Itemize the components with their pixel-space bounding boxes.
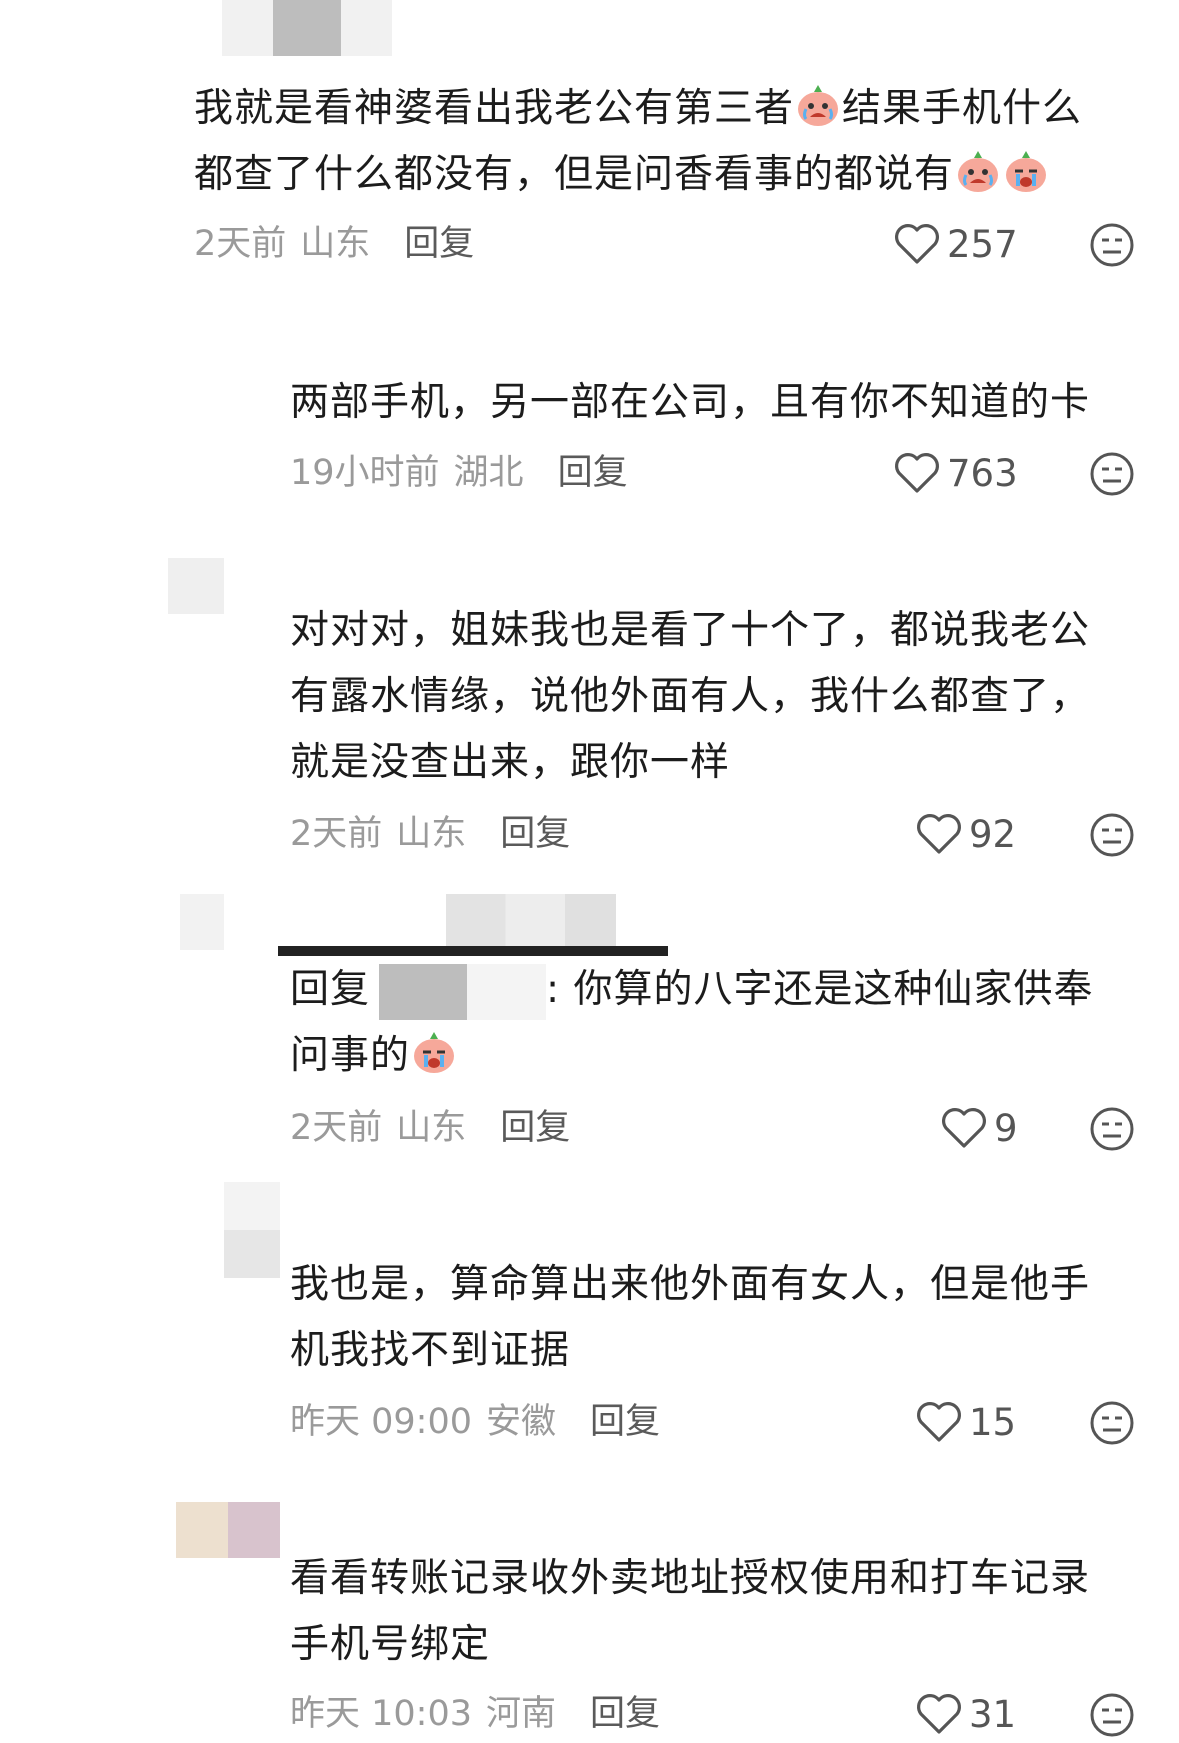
comment-thread-page: { "colors": { "text": "#1c1c1c", "meta":… bbox=[0, 0, 1179, 1743]
comment-time: 2天前 bbox=[290, 814, 383, 854]
blurred-avatar bbox=[176, 1502, 280, 1558]
comment-time: 2天前 bbox=[290, 1108, 383, 1148]
reply-button[interactable]: 回复 bbox=[500, 814, 570, 854]
reply-prefix: 回复 bbox=[290, 967, 371, 1012]
dislike-face-icon[interactable] bbox=[1089, 812, 1135, 858]
comment-location: 山东 bbox=[300, 224, 371, 264]
like-count: 763 bbox=[947, 451, 1018, 495]
reply-button[interactable]: 回复 bbox=[500, 1108, 570, 1148]
comment-text: 两部手机，另一部在公司，且有你不知道的卡 bbox=[290, 380, 1091, 425]
reply-button[interactable]: 回复 bbox=[590, 1402, 660, 1442]
comment-location: 山东 bbox=[396, 814, 467, 854]
like-button[interactable]: 257 bbox=[893, 222, 1018, 266]
sobbing-peach-emoji-icon bbox=[1006, 151, 1047, 192]
blurred-avatar bbox=[224, 1182, 280, 1278]
comment-location: 山东 bbox=[396, 1108, 467, 1148]
heart-icon bbox=[895, 224, 939, 264]
comment-text: 看看转账记录收外卖地址授权使用和打车记录 手机号绑定 bbox=[290, 1556, 1091, 1667]
comment-location: 安徽 bbox=[486, 1402, 557, 1442]
comment-time: 昨天 09:00 bbox=[290, 1402, 472, 1442]
comment-text: 我就是看神婆看出我老公有第三者 结果手机什么 都查了什么都没有，但是问香看事的都说… bbox=[194, 76, 1082, 208]
comment-meta: 2天前 山东 回复 bbox=[290, 1106, 570, 1150]
comment-location: 湖北 bbox=[453, 453, 524, 493]
crying-peach-emoji-icon bbox=[958, 151, 999, 192]
heart-icon bbox=[942, 1108, 986, 1148]
sobbing-peach-emoji-icon bbox=[414, 1032, 455, 1073]
comment-meta: 2天前 山东 回复 bbox=[194, 222, 474, 266]
like-button[interactable]: 9 bbox=[940, 1106, 1018, 1150]
blurred-username bbox=[446, 894, 616, 950]
dislike-face-icon[interactable] bbox=[1089, 1692, 1135, 1738]
dislike-face-icon[interactable] bbox=[1089, 451, 1135, 497]
comment-text: 对对对，姐妹我也是看了十个了，都说我老公 有露水情缘，说他外面有人，我什么都查了… bbox=[290, 608, 1091, 785]
blurred-username bbox=[222, 0, 392, 56]
comment-time: 2天前 bbox=[194, 224, 287, 264]
comment-location: 河南 bbox=[486, 1694, 557, 1734]
comment-time: 昨天 10:03 bbox=[290, 1694, 472, 1734]
like-count: 15 bbox=[969, 1400, 1017, 1444]
comment-meta: 昨天 10:03 河南 回复 bbox=[290, 1692, 660, 1736]
reply-button[interactable]: 回复 bbox=[558, 453, 628, 493]
comment-meta: 19小时前 湖北 回复 bbox=[290, 451, 628, 495]
like-count: 92 bbox=[969, 812, 1017, 856]
dislike-face-icon[interactable] bbox=[1089, 1106, 1135, 1152]
comment-text: 我也是，算命算出来他外面有女人，但是他手 机我找不到证据 bbox=[290, 1262, 1091, 1373]
like-button[interactable]: 92 bbox=[915, 812, 1016, 856]
heart-icon bbox=[917, 1694, 961, 1734]
comment-meta: 昨天 09:00 安徽 回复 bbox=[290, 1400, 660, 1444]
redacted-username bbox=[370, 963, 547, 1020]
like-button[interactable]: 763 bbox=[893, 451, 1018, 495]
reply-button[interactable]: 回复 bbox=[404, 224, 474, 264]
comment-time: 19小时前 bbox=[290, 453, 440, 493]
heart-icon bbox=[895, 453, 939, 493]
blurred-avatar bbox=[168, 558, 224, 614]
like-count: 9 bbox=[994, 1106, 1018, 1150]
like-count: 257 bbox=[947, 222, 1018, 266]
blurred-username bbox=[278, 946, 668, 956]
blurred-avatar bbox=[180, 894, 224, 950]
heart-icon bbox=[917, 814, 961, 854]
comment-text: 回复: 你算的八字还是这种仙家供奉 问事的 bbox=[290, 957, 1094, 1089]
reply-button[interactable]: 回复 bbox=[590, 1694, 660, 1734]
dislike-face-icon[interactable] bbox=[1089, 222, 1135, 268]
dislike-face-icon[interactable] bbox=[1089, 1400, 1135, 1446]
comment-meta: 2天前 山东 回复 bbox=[290, 812, 570, 856]
like-count: 31 bbox=[969, 1692, 1017, 1736]
crying-peach-emoji-icon bbox=[798, 85, 839, 126]
like-button[interactable]: 15 bbox=[915, 1400, 1016, 1444]
heart-icon bbox=[917, 1402, 961, 1442]
like-button[interactable]: 31 bbox=[915, 1692, 1016, 1736]
